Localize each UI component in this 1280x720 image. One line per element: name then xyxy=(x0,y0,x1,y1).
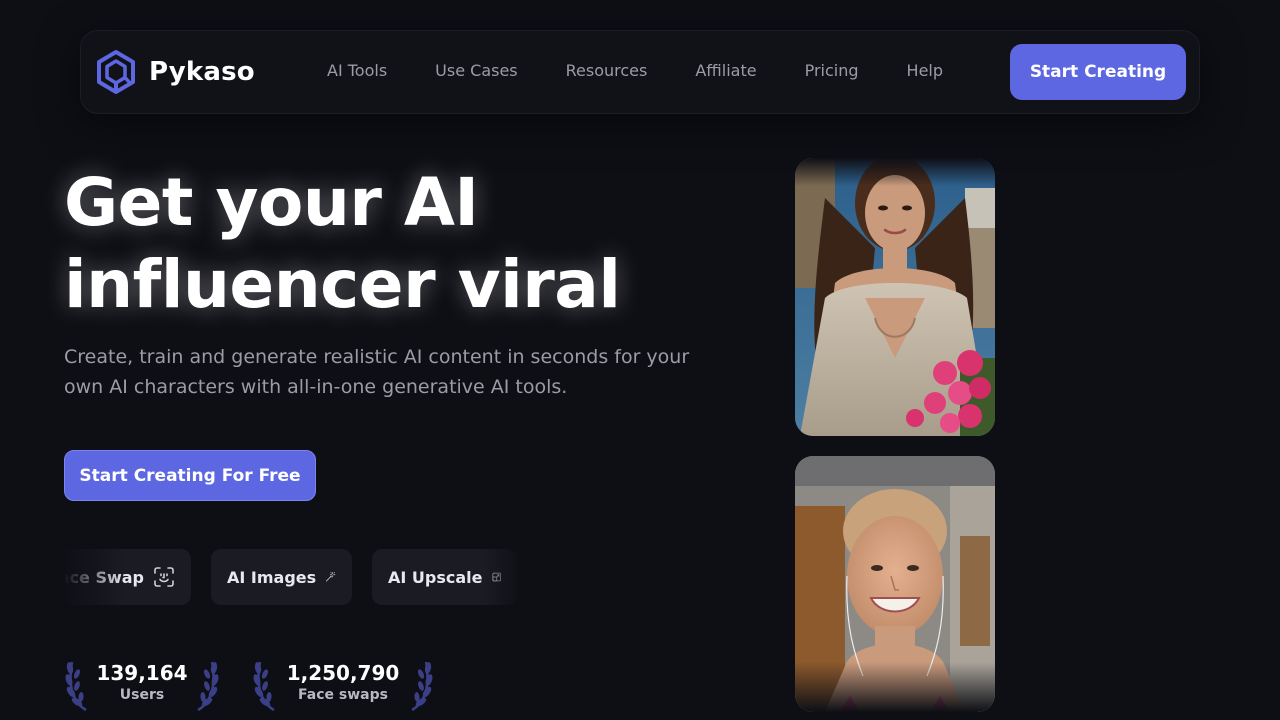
nav-link-affiliate[interactable]: Affiliate xyxy=(695,61,756,80)
tool-chip-label: Face Swap xyxy=(64,567,144,587)
smiling-woman-selfie-photo xyxy=(795,456,995,712)
hero-subtitle: Create, train and generate realistic AI … xyxy=(64,346,690,398)
tool-chips-carousel: Face Swap AI Images AI xyxy=(64,549,524,605)
tool-chip-ai-images[interactable]: AI Images xyxy=(211,549,352,605)
nav-link-help[interactable]: Help xyxy=(907,61,943,80)
gallery-photo-woman-roses xyxy=(795,158,995,436)
tool-chip-ai-upscale[interactable]: AI Upscale xyxy=(372,549,517,605)
nav-link-ai-tools[interactable]: AI Tools xyxy=(327,61,387,80)
tool-chip-label: AI Upscale xyxy=(388,567,483,587)
nav-link-pricing[interactable]: Pricing xyxy=(805,61,859,80)
tool-chip-face-swap[interactable]: Face Swap xyxy=(64,549,191,605)
hero-title-line-2: influencer viral xyxy=(64,246,621,323)
stat-face-swaps: 1,250,790 Face swaps xyxy=(252,652,434,714)
top-navbar: Pykaso AI Tools Use Cases Resources Affi… xyxy=(80,30,1200,114)
landing-page: Pykaso AI Tools Use Cases Resources Affi… xyxy=(0,0,1280,720)
laurel-right-icon xyxy=(411,661,433,712)
woman-blouse-roses-photo xyxy=(795,158,995,436)
laurel-right-icon xyxy=(197,661,219,712)
pykaso-logo-icon xyxy=(97,50,135,94)
start-creating-free-button[interactable]: Start Creating For Free xyxy=(64,450,316,501)
hero-title-line-1: Get your AI xyxy=(64,164,479,241)
brand-name: Pykaso xyxy=(149,57,255,87)
tool-chip-label: AI Images xyxy=(227,567,317,587)
brand-logo[interactable]: Pykaso xyxy=(96,49,255,95)
hero-title: Get your AI influencer viral xyxy=(64,162,704,326)
face-scan-icon xyxy=(154,567,174,587)
magic-wand-icon xyxy=(326,572,336,582)
stat-users: 139,164 Users xyxy=(64,652,220,714)
nav-link-use-cases[interactable]: Use Cases xyxy=(435,61,517,80)
nav-links: AI Tools Use Cases Resources Affiliate P… xyxy=(327,61,943,80)
upscale-icon xyxy=(492,572,501,582)
gallery-photo-smiling-selfie xyxy=(795,456,995,712)
start-creating-button[interactable]: Start Creating xyxy=(1010,44,1186,100)
nav-link-resources[interactable]: Resources xyxy=(566,61,648,80)
